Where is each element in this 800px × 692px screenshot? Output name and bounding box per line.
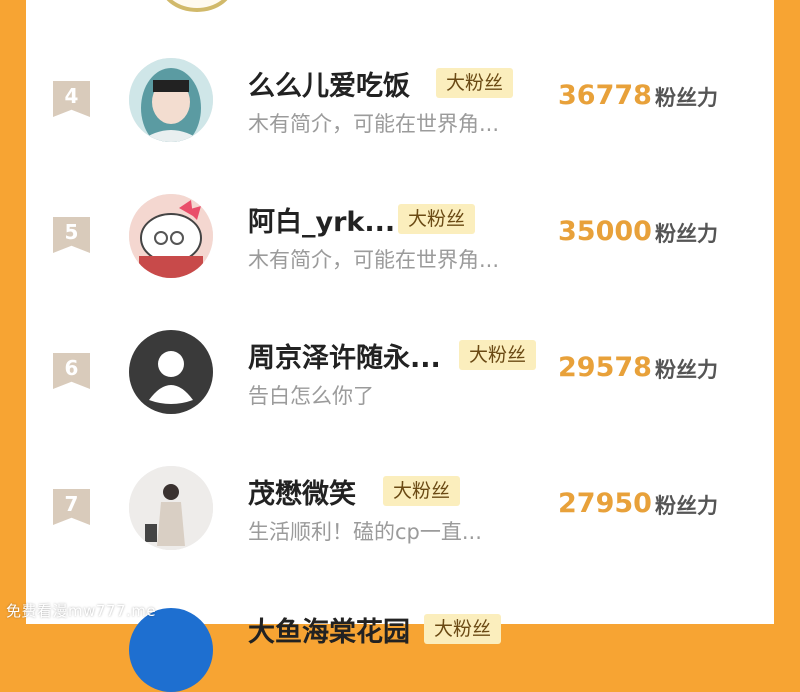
list-item[interactable]: 6 周京泽许随永... 大粉丝 告白怎么你了 29578 粉丝力: [26, 330, 774, 450]
fan-bio: 木有简介，可能在世界角...: [248, 112, 500, 136]
rank-badge: 6: [53, 353, 90, 389]
fan-name[interactable]: 么么儿爱吃饭: [248, 64, 410, 103]
avatar[interactable]: [129, 58, 213, 142]
fan-name[interactable]: 大鱼海棠花园: [248, 610, 410, 649]
fan-score: 29578: [558, 352, 652, 383]
fan-name[interactable]: 茂懋微笑: [248, 472, 356, 511]
list-item[interactable]: 7 茂懋微笑 大粉丝 生活顺利！磕的cp一直... 27950 粉丝力: [26, 466, 774, 586]
fan-score: 36778: [558, 80, 652, 111]
fan-level-badge: 大粉丝: [436, 68, 514, 98]
fan-ranking-panel: 4 么么儿爱吃饭 大粉丝 木有简介，可能在世界角... 36778 粉丝力 5: [26, 0, 774, 692]
fan-level-badge: 大粉丝: [398, 204, 476, 234]
avatar[interactable]: [159, 0, 235, 12]
rank-badge: 7: [53, 489, 90, 525]
fan-score: 27950: [558, 488, 652, 519]
fan-name[interactable]: 阿白_yrk...: [248, 200, 395, 239]
fan-level-badge: 大粉丝: [424, 614, 502, 644]
avatar[interactable]: [129, 330, 213, 414]
avatar[interactable]: [129, 194, 213, 278]
list-item[interactable]: 4 么么儿爱吃饭 大粉丝 木有简介，可能在世界角... 36778 粉丝力: [26, 58, 774, 178]
fan-bio: 生活顺利！磕的cp一直...: [248, 520, 482, 544]
fan-level-badge: 大粉丝: [383, 476, 461, 506]
fan-score: 35000: [558, 216, 652, 247]
list-item[interactable]: 5 阿白_yrk... 大粉丝 木有简介，可能在世界角... 35000 粉丝力: [26, 194, 774, 314]
score-unit: 粉丝力: [655, 494, 718, 518]
score-unit: 粉丝力: [655, 86, 718, 110]
score-unit: 粉丝力: [655, 222, 718, 246]
rank-badge: 4: [53, 81, 90, 117]
avatar[interactable]: [129, 466, 213, 550]
rank-badge: 5: [53, 217, 90, 253]
fan-name[interactable]: 周京泽许随永...: [248, 336, 441, 375]
watermark: 免费看漫mw777.me: [6, 602, 157, 620]
fan-bio: 木有简介，可能在世界角...: [248, 248, 500, 272]
fan-bio: 告白怎么你了: [248, 384, 374, 408]
fan-level-badge: 大粉丝: [459, 340, 537, 370]
score-unit: 粉丝力: [655, 358, 718, 382]
